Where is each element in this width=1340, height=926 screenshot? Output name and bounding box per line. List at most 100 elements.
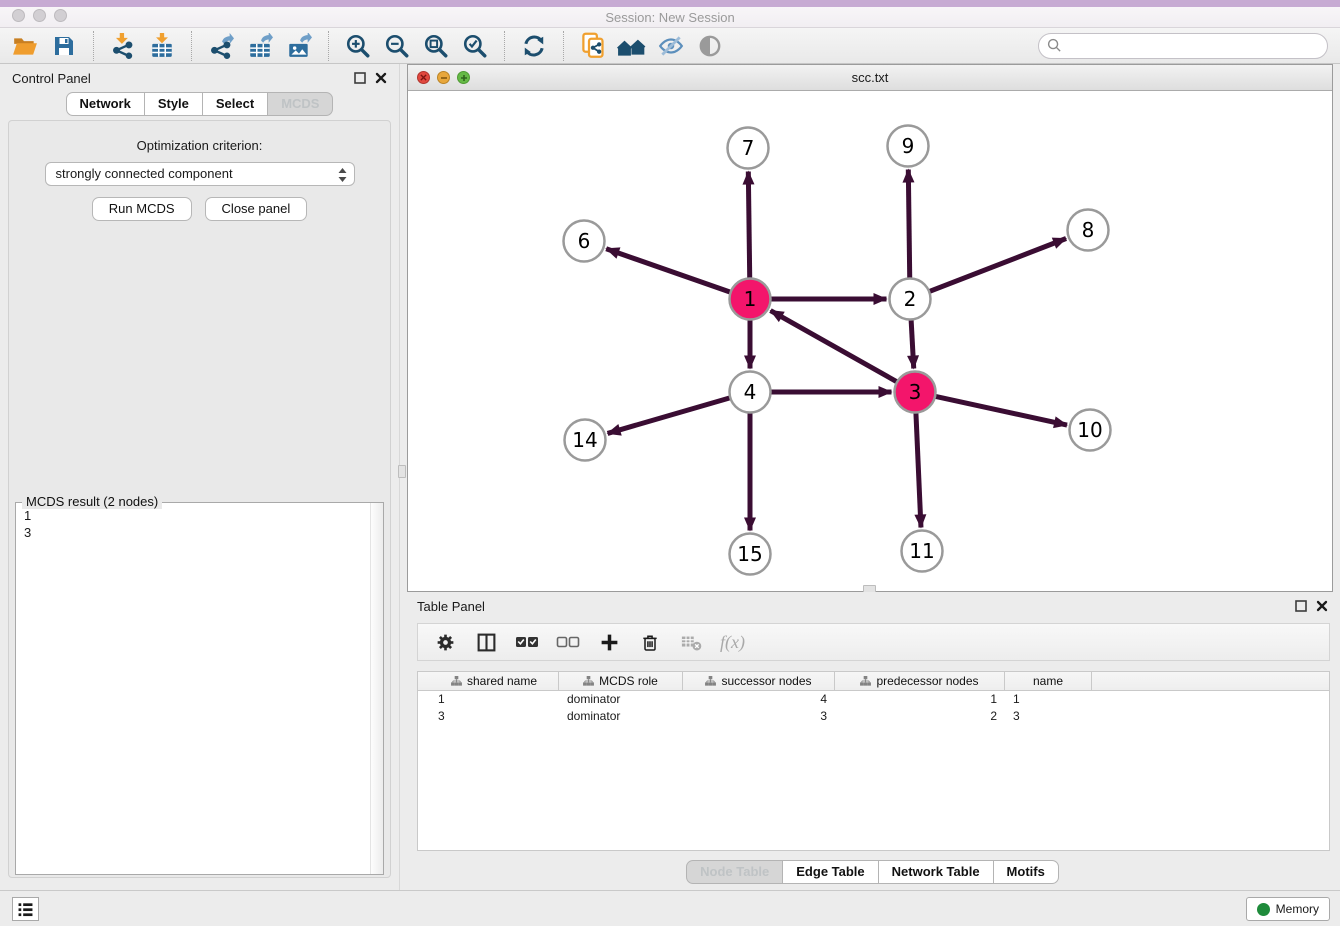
table-panel: Table Panel f(x) shared n — [405, 592, 1340, 890]
memory-button[interactable]: Memory — [1246, 897, 1330, 921]
tab-style[interactable]: Style — [144, 92, 203, 116]
cell-name[interactable]: 1 — [1005, 691, 1092, 708]
export-image-icon[interactable] — [284, 31, 314, 61]
zoom-fit-icon[interactable] — [421, 31, 451, 61]
import-network-icon[interactable] — [108, 31, 138, 61]
cell-shared-name[interactable]: 3 — [430, 708, 559, 725]
svg-text:3: 3 — [909, 380, 922, 404]
tab-mcds[interactable]: MCDS — [267, 92, 333, 116]
result-scrollbar[interactable] — [370, 503, 383, 874]
deselect-all-columns-icon[interactable] — [556, 630, 580, 654]
column-header-shared-name[interactable]: shared name — [430, 672, 559, 690]
graph-node-6[interactable]: 6 — [564, 221, 605, 262]
graph-node-1[interactable]: 1 — [730, 279, 771, 320]
cell-successor-nodes[interactable]: 4 — [683, 691, 835, 708]
tab-network[interactable]: Network — [66, 92, 145, 116]
criterion-select[interactable]: strongly connected component — [45, 162, 355, 186]
refresh-icon[interactable] — [519, 31, 549, 61]
svg-text:14: 14 — [572, 428, 597, 452]
mcds-result-text[interactable]: 13 — [16, 503, 383, 545]
graph-node-4[interactable]: 4 — [730, 372, 771, 413]
graph-edge-1-7[interactable] — [748, 171, 749, 278]
mcds-result-line: 1 — [24, 507, 375, 524]
table-settings-icon[interactable] — [433, 630, 457, 654]
graph-node-3[interactable]: 3 — [895, 372, 936, 413]
select-all-columns-icon[interactable] — [515, 630, 539, 654]
new-network-from-selection-icon[interactable] — [578, 31, 608, 61]
close-panel-button[interactable]: Close panel — [205, 197, 308, 221]
tab-edge-table[interactable]: Edge Table — [782, 860, 878, 884]
hide-graphics-details-icon[interactable] — [656, 31, 686, 61]
search-input[interactable] — [1038, 33, 1328, 59]
control-panel-tabs: NetworkStyleSelectMCDS — [0, 92, 399, 116]
split-panel-icon[interactable] — [474, 630, 498, 654]
column-header-name[interactable]: name — [1005, 672, 1092, 690]
criterion-value: strongly connected component — [56, 166, 233, 181]
export-table-icon[interactable] — [245, 31, 275, 61]
export-network-icon[interactable] — [206, 31, 236, 61]
graph-edge-3-11[interactable] — [916, 412, 921, 527]
network-canvas[interactable]: 7 9 6 8 1 2 4 3 14 10 15 11 — [408, 92, 1332, 591]
row-filler — [1092, 691, 1329, 708]
status-bar: Memory — [0, 890, 1340, 926]
network-maximize-icon[interactable] — [457, 71, 470, 84]
delete-columns-icon[interactable] — [638, 630, 662, 654]
task-history-button[interactable] — [12, 897, 39, 921]
graph-edge-4-14[interactable] — [608, 398, 731, 434]
cell-predecessor-nodes[interactable]: 2 — [835, 708, 1005, 725]
run-mcds-button[interactable]: Run MCDS — [92, 197, 192, 221]
graph-edge-1-6[interactable] — [606, 249, 730, 292]
add-column-icon[interactable] — [597, 630, 621, 654]
tab-motifs[interactable]: Motifs — [993, 860, 1059, 884]
graph-edge-2-3[interactable] — [911, 319, 914, 368]
tab-select[interactable]: Select — [202, 92, 268, 116]
column-header-MCDS-role[interactable]: MCDS role — [559, 672, 683, 690]
graph-edge-2-9[interactable] — [908, 169, 909, 278]
main-toolbar — [0, 28, 1340, 64]
network-minimize-icon[interactable] — [437, 71, 450, 84]
float-panel-icon[interactable] — [354, 72, 366, 84]
graph-node-15[interactable]: 15 — [730, 534, 771, 575]
table-tabs: Node TableEdge TableNetwork TableMotifs — [405, 860, 1340, 884]
home-icon[interactable] — [617, 31, 647, 61]
tab-node-table[interactable]: Node Table — [686, 860, 783, 884]
float-table-panel-icon[interactable] — [1295, 600, 1307, 612]
table-row[interactable]: 1dominator411 — [418, 691, 1329, 708]
zoom-out-icon[interactable] — [382, 31, 412, 61]
zoom-selected-icon[interactable] — [460, 31, 490, 61]
cell-MCDS-role[interactable]: dominator — [559, 708, 683, 725]
graph-node-7[interactable]: 7 — [728, 128, 769, 169]
cell-shared-name[interactable]: 1 — [430, 691, 559, 708]
graph-node-8[interactable]: 8 — [1068, 210, 1109, 251]
column-header-successor-nodes[interactable]: successor nodes — [683, 672, 835, 690]
zoom-in-icon[interactable] — [343, 31, 373, 61]
control-panel: Control Panel NetworkStyleSelectMCDS Opt… — [0, 64, 400, 890]
network-window-titlebar[interactable]: scc.txt — [408, 65, 1332, 91]
graph-edge-3-1[interactable] — [770, 311, 897, 382]
cell-name[interactable]: 3 — [1005, 708, 1092, 725]
table-row[interactable]: 3dominator323 — [418, 708, 1329, 725]
network-window-title: scc.txt — [408, 65, 1332, 90]
graph-node-2[interactable]: 2 — [890, 279, 931, 320]
close-panel-icon[interactable] — [375, 72, 387, 84]
mcds-result-group: MCDS result (2 nodes) 13 — [15, 502, 384, 875]
cell-successor-nodes[interactable]: 3 — [683, 708, 835, 725]
graph-node-14[interactable]: 14 — [565, 420, 606, 461]
vertical-split-handle[interactable] — [398, 465, 406, 478]
save-session-icon[interactable] — [49, 31, 79, 61]
graph-edge-2-8[interactable] — [929, 238, 1066, 291]
show-graphics-details-icon[interactable] — [695, 31, 725, 61]
column-header-predecessor-nodes[interactable]: predecessor nodes — [835, 672, 1005, 690]
network-close-icon[interactable] — [417, 71, 430, 84]
graph-node-10[interactable]: 10 — [1070, 410, 1111, 451]
close-table-panel-icon[interactable] — [1316, 600, 1328, 612]
tab-network-table[interactable]: Network Table — [878, 860, 994, 884]
import-table-icon[interactable] — [147, 31, 177, 61]
search-icon — [1047, 38, 1062, 53]
graph-node-11[interactable]: 11 — [902, 531, 943, 572]
cell-predecessor-nodes[interactable]: 1 — [835, 691, 1005, 708]
cell-MCDS-role[interactable]: dominator — [559, 691, 683, 708]
graph-node-9[interactable]: 9 — [888, 126, 929, 167]
graph-edge-3-10[interactable] — [935, 396, 1067, 425]
open-session-icon[interactable] — [10, 31, 40, 61]
